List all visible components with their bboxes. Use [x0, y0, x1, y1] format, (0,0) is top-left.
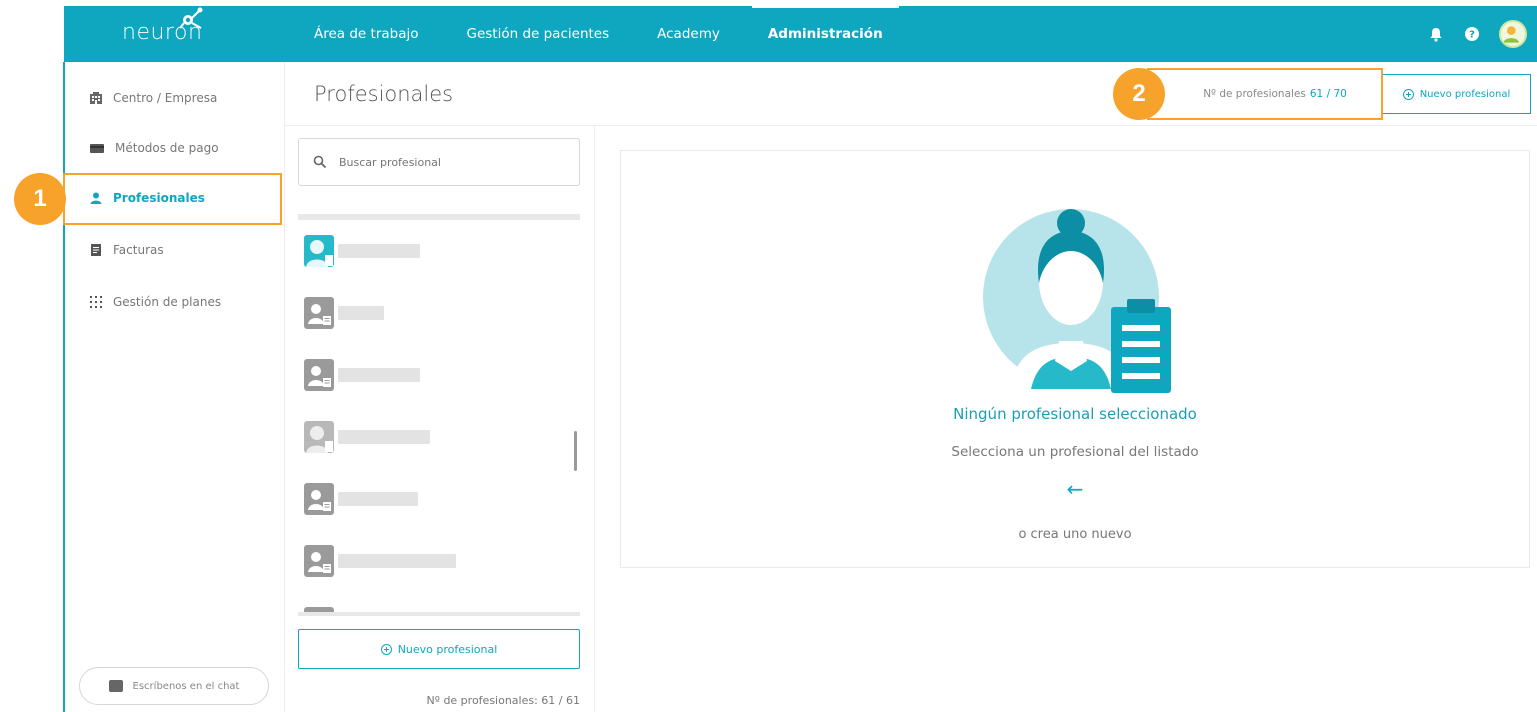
- main-nav: Área de trabajo Gestión de pacientes Aca…: [298, 6, 915, 62]
- list-item[interactable]: [298, 282, 580, 344]
- empty-state-subtitle: Selecciona un profesional del listado: [951, 444, 1199, 460]
- page-title: Profesionales: [314, 82, 454, 106]
- top-icons: ?: [1427, 20, 1527, 48]
- professional-photo: [304, 235, 334, 267]
- sidebar-item-label: Facturas: [113, 243, 164, 257]
- new-professional-button-top[interactable]: Nuevo profesional: [1382, 74, 1531, 114]
- grid-dots-icon: [90, 296, 102, 308]
- chat-button-label: Escríbenos en el chat: [132, 680, 240, 692]
- callout-2-badge: 2: [1113, 68, 1165, 120]
- sidebar: Centro / Empresa Métodos de pago Profesi…: [65, 62, 285, 712]
- list-bottom-shadow: [298, 612, 580, 616]
- professional-name-placeholder: [338, 492, 418, 506]
- professional-name-placeholder: [338, 430, 430, 444]
- empty-professional-illustration: [983, 209, 1171, 393]
- nav-administracion[interactable]: Administración: [751, 6, 899, 62]
- professional-placeholder-icon: [304, 297, 334, 329]
- nav-academy[interactable]: Academy: [641, 6, 736, 62]
- credit-card-icon: [90, 144, 104, 153]
- search-icon: [313, 155, 327, 169]
- new-professional-button-bottom[interactable]: Nuevo profesional: [298, 629, 580, 669]
- list-scrollbar[interactable]: [574, 431, 577, 471]
- list-item[interactable]: [298, 592, 580, 612]
- empty-state-title: Ningún profesional seleccionado: [953, 405, 1197, 423]
- sidebar-item-gestion-de-planes[interactable]: Gestión de planes: [65, 280, 281, 324]
- new-professional-label: Nuevo profesional: [1419, 88, 1511, 100]
- professional-photo: [304, 421, 334, 453]
- professional-placeholder-icon: [304, 359, 334, 391]
- arrow-left-icon: ←: [1066, 477, 1084, 501]
- user-avatar[interactable]: [1499, 20, 1527, 48]
- new-professional-label: Nuevo profesional: [397, 642, 498, 656]
- building-icon: [90, 92, 102, 104]
- sidebar-item-label: Centro / Empresa: [113, 91, 218, 105]
- professional-name-placeholder: [338, 244, 420, 258]
- empty-state-or-create: o crea uno nuevo: [1018, 527, 1132, 542]
- sidebar-item-metodos-de-pago[interactable]: Métodos de pago: [65, 126, 281, 170]
- nav-area-de-trabajo[interactable]: Área de trabajo: [298, 6, 435, 62]
- callout-2-highlight: [1147, 68, 1383, 120]
- top-navbar: neuron Área de trabajo Gestión de pacien…: [64, 6, 1537, 62]
- sidebar-item-label: Gestión de planes: [113, 295, 222, 309]
- chat-button[interactable]: Escríbenos en el chat: [79, 667, 269, 705]
- nav-gestion-de-pacientes[interactable]: Gestión de pacientes: [451, 6, 626, 62]
- professional-placeholder-icon: [304, 483, 334, 515]
- bell-icon[interactable]: [1427, 25, 1445, 43]
- list-item[interactable]: [298, 468, 580, 530]
- professional-name-placeholder: [338, 554, 456, 568]
- svg-text:?: ?: [1469, 30, 1475, 41]
- professional-name-placeholder: [338, 368, 420, 382]
- list-item[interactable]: [298, 344, 580, 406]
- sidebar-item-centro-empresa[interactable]: Centro / Empresa: [65, 76, 281, 120]
- search-input[interactable]: [339, 155, 559, 169]
- help-icon[interactable]: ?: [1463, 25, 1481, 43]
- app-frame: neuron Área de trabajo Gestión de pacien…: [0, 0, 1537, 712]
- logo-mark-icon: [179, 7, 203, 29]
- professionals-list-panel: Nuevo profesional Nº de profesionales: 6…: [285, 126, 595, 712]
- professional-name-placeholder: [338, 306, 384, 320]
- plus-circle-icon: [380, 643, 392, 655]
- chat-icon: [108, 680, 123, 692]
- professional-placeholder-icon: [304, 545, 334, 577]
- list-footer-count: Nº de profesionales: 61 / 61: [426, 694, 580, 707]
- detail-panel: Ningún profesional seleccionado Seleccio…: [620, 150, 1530, 568]
- sidebar-item-label: Métodos de pago: [115, 141, 219, 155]
- list-item[interactable]: [298, 530, 580, 592]
- invoice-icon: [91, 244, 101, 256]
- callout-1-highlight: [63, 173, 282, 225]
- professionals-list[interactable]: [298, 220, 580, 612]
- sidebar-item-facturas[interactable]: Facturas: [65, 228, 281, 272]
- plus-circle-icon: [1402, 88, 1414, 100]
- list-item[interactable]: [298, 220, 580, 282]
- search-box[interactable]: [298, 138, 580, 186]
- callout-1-badge: 1: [14, 173, 66, 225]
- list-item[interactable]: [298, 406, 580, 468]
